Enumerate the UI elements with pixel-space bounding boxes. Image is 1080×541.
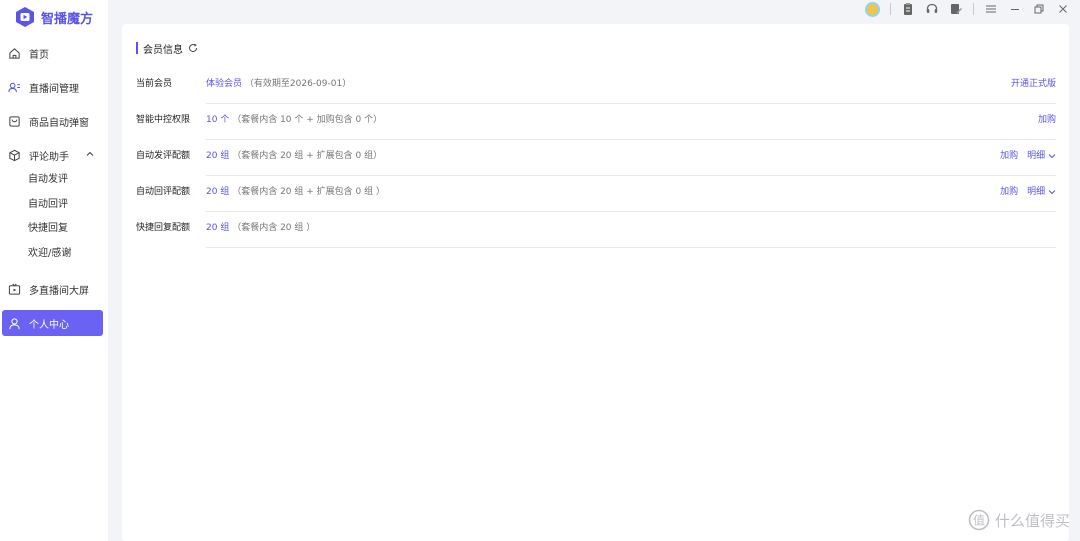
titlebar-divider: [890, 3, 891, 15]
details-toggle[interactable]: 明细: [1027, 181, 1056, 203]
edit-icon[interactable]: [949, 2, 963, 16]
nav-item-home[interactable]: 首页: [2, 40, 103, 66]
bag-icon: [9, 115, 20, 127]
row-value: 20 组 （套餐内含 20 组 + 扩展包含 0 组 ）: [206, 181, 385, 203]
quota-detail: （套餐内含 20 组 + 扩展包含 0 组 ）: [232, 187, 385, 197]
row-label: 自动回评配额: [136, 187, 191, 197]
user-avatar[interactable]: [865, 1, 880, 17]
sub-item-welcome-thanks[interactable]: 欢迎/感谢: [28, 246, 71, 262]
member-info-panel: 会员信息 当前会员 体验会员 （有效期至2026-09-01） 开通正式版 智能…: [122, 24, 1069, 541]
row-actions: 加购 明细: [1000, 145, 1056, 167]
headset-icon[interactable]: [925, 2, 939, 16]
quota-value: 20 组: [206, 187, 230, 197]
details-label: 明细: [1027, 187, 1046, 197]
row-actions: 开通正式版: [1011, 73, 1056, 95]
nav-label: 商品自动弹窗: [29, 117, 89, 129]
nav-label: 多直播间大屏: [29, 285, 89, 297]
row-quick-reply-quota: 快捷回复配额 20 组 （套餐内含 20 组 ）: [136, 217, 1056, 253]
row-smart-control: 智能中控权限 10 个 （套餐内含 10 个 + 加购包含 0 个） 加购: [136, 109, 1056, 145]
smzdm-logo-icon: 值: [968, 509, 990, 531]
row-label: 自动发评配额: [136, 151, 191, 161]
nav-item-personal-center[interactable]: 个人中心: [2, 310, 103, 336]
row-value: 20 组 （套餐内含 20 组 + 扩展包含 0 组）: [206, 145, 382, 167]
sub-item-quick-reply[interactable]: 快捷回复: [28, 221, 68, 237]
chevron-down-icon: [1048, 153, 1056, 158]
user-list-icon: [8, 82, 21, 92]
nav-item-live-manage[interactable]: 直播间管理: [2, 74, 103, 100]
membership-expiry: （有效期至2026-09-01）: [244, 79, 352, 89]
user-icon: [9, 317, 20, 329]
row-divider: [206, 103, 1056, 104]
cube-icon: [9, 149, 20, 161]
watermark-text: 什么值得买: [994, 511, 1070, 530]
refresh-icon[interactable]: [188, 43, 198, 53]
details-label: 明细: [1027, 151, 1046, 161]
menu-icon[interactable]: [984, 2, 998, 16]
details-toggle[interactable]: 明细: [1027, 145, 1056, 167]
watermark: 值 什么值得买: [968, 509, 1070, 531]
chevron-up-icon[interactable]: [85, 149, 95, 159]
chevron-down-icon: [1048, 189, 1056, 194]
titlebar-divider: [973, 3, 974, 15]
tv-icon: [8, 283, 21, 295]
close-icon[interactable]: [1056, 2, 1070, 16]
row-actions: 加购 明细: [1000, 181, 1056, 203]
sidebar: 智播魔方 首页 直播间管理 商品自动弹窗 评论助手 自动发评 自动回评 快捷回复…: [0, 0, 108, 541]
svg-text:值: 值: [973, 513, 985, 528]
membership-level: 体验会员: [206, 79, 243, 89]
row-value: 体验会员 （有效期至2026-09-01）: [206, 73, 351, 95]
home-icon: [9, 47, 20, 59]
quota-value: 10 个: [206, 115, 230, 125]
upgrade-official-button[interactable]: 开通正式版: [1011, 73, 1056, 95]
app-logo[interactable]: 智播魔方: [14, 5, 93, 29]
title-accent-bar: [136, 42, 138, 54]
quota-detail: （套餐内含 20 组 ）: [232, 223, 316, 233]
row-divider: [206, 139, 1056, 140]
nav-label: 个人中心: [29, 319, 69, 331]
row-current-membership: 当前会员 体验会员 （有效期至2026-09-01） 开通正式版: [136, 73, 1056, 109]
row-auto-reply-quota: 自动回评配额 20 组 （套餐内含 20 组 + 扩展包含 0 组 ） 加购 明…: [136, 181, 1056, 217]
row-value: 10 个 （套餐内含 10 个 + 加购包含 0 个）: [206, 109, 382, 131]
row-actions: 加购: [1038, 109, 1056, 131]
sub-item-auto-comment[interactable]: 自动发评: [28, 172, 68, 188]
add-purchase-button[interactable]: 加购: [1038, 109, 1056, 131]
section-header: 会员信息: [136, 41, 198, 56]
add-purchase-button[interactable]: 加购: [1000, 181, 1018, 203]
quota-value: 20 组: [206, 151, 230, 161]
add-purchase-button[interactable]: 加购: [1000, 145, 1018, 167]
section-title: 会员信息: [143, 44, 183, 56]
row-auto-comment-quota: 自动发评配额 20 组 （套餐内含 20 组 + 扩展包含 0 组） 加购 明细: [136, 145, 1056, 181]
row-label: 智能中控权限: [136, 115, 191, 125]
clipboard-icon[interactable]: [901, 2, 915, 16]
nav-item-product-popup[interactable]: 商品自动弹窗: [2, 108, 103, 134]
row-divider: [206, 211, 1056, 212]
row-divider: [206, 247, 1056, 248]
quota-value: 20 组: [206, 223, 230, 233]
nav-label: 首页: [29, 49, 49, 61]
quota-detail: （套餐内含 10 个 + 加购包含 0 个）: [232, 115, 383, 125]
restore-icon[interactable]: [1032, 2, 1046, 16]
row-label: 快捷回复配额: [136, 223, 191, 233]
quota-detail: （套餐内含 20 组 + 扩展包含 0 组）: [232, 151, 383, 161]
app-logo-icon: [16, 7, 34, 27]
nav-label: 评论助手: [29, 151, 69, 163]
nav-item-comment-assistant[interactable]: 评论助手: [2, 142, 103, 168]
nav-label: 直播间管理: [29, 83, 79, 95]
app-name: 智播魔方: [41, 11, 94, 27]
nav-item-multi-screen[interactable]: 多直播间大屏: [2, 276, 103, 302]
row-value: 20 组 （套餐内含 20 组 ）: [206, 217, 315, 239]
sub-item-auto-reply[interactable]: 自动回评: [28, 197, 68, 213]
row-divider: [206, 175, 1056, 176]
minimize-icon[interactable]: [1008, 2, 1022, 16]
row-label: 当前会员: [136, 79, 173, 89]
window-titlebar: [865, 0, 1070, 18]
